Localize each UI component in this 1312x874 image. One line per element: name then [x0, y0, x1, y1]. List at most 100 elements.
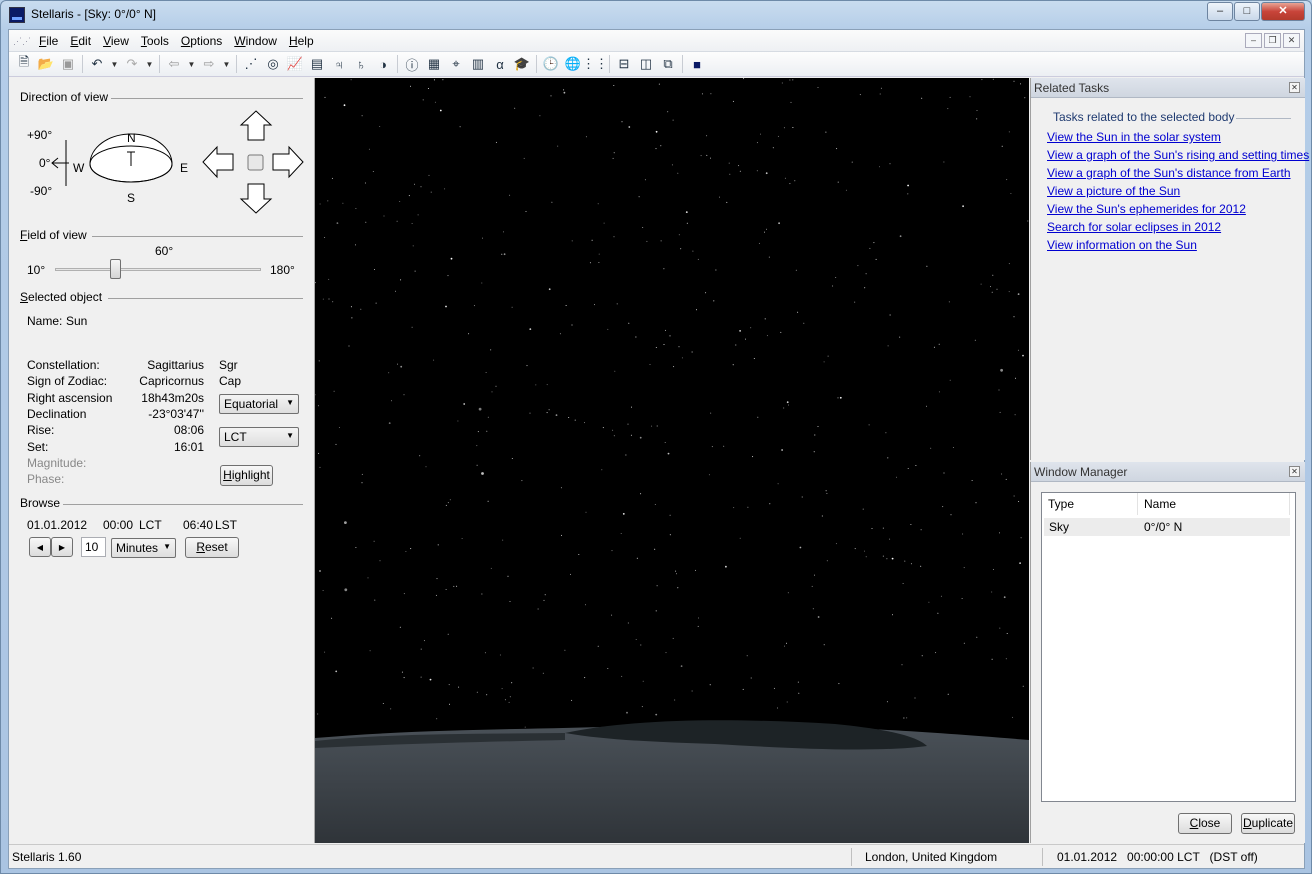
star — [976, 636, 978, 638]
column-type[interactable]: Type — [1042, 493, 1138, 515]
calculator-icon[interactable]: ▥ — [467, 53, 489, 75]
menu-view[interactable]: View — [97, 31, 135, 51]
tile-horizontal-icon[interactable]: ⊟ — [613, 53, 635, 75]
star — [798, 692, 800, 694]
look-left-arrow-icon[interactable] — [202, 145, 234, 179]
star — [524, 726, 526, 728]
undo-dropdown-icon[interactable]: ▼ — [108, 53, 121, 75]
solar-system-icon[interactable]: ◎ — [262, 53, 284, 75]
star — [331, 177, 333, 179]
open-folder-icon[interactable]: 📂 — [35, 53, 57, 75]
star — [481, 593, 483, 595]
maximize-button[interactable]: □ — [1234, 2, 1260, 21]
table-icon[interactable]: ▦ — [423, 53, 445, 75]
fov-slider-thumb[interactable] — [109, 259, 121, 279]
star — [560, 487, 562, 489]
forward-view-icon[interactable]: ⇨ — [198, 53, 220, 75]
mdi-minimize-button[interactable]: – — [1245, 33, 1262, 48]
reset-button[interactable]: Reset — [185, 537, 239, 558]
minimize-button[interactable]: – — [1207, 2, 1233, 21]
star — [899, 336, 901, 338]
star — [780, 331, 782, 333]
task-link[interactable]: View a picture of the Sun — [1047, 184, 1180, 198]
star — [490, 567, 492, 569]
object-property-value: 16:01 — [173, 439, 204, 454]
menu-tools[interactable]: Tools — [135, 31, 175, 51]
close-window-button[interactable]: ✕ — [1261, 2, 1305, 21]
ascension-icon[interactable]: α — [489, 53, 511, 75]
star — [485, 372, 487, 373]
mdi-restore-button[interactable]: ❐ — [1264, 33, 1281, 48]
redo-icon[interactable]: ↷ — [121, 53, 143, 75]
task-link[interactable]: Search for solar eclipses in 2012 — [1047, 220, 1221, 234]
graph-icon[interactable]: 📈 — [284, 53, 306, 75]
ephemerides-icon[interactable]: ▤ — [306, 53, 328, 75]
center-view-button[interactable] — [247, 154, 264, 171]
globe-icon[interactable]: 🌐 — [562, 53, 584, 75]
menu-edit[interactable]: Edit — [64, 31, 97, 51]
education-icon[interactable]: 🎓 — [511, 53, 533, 75]
step-back-button[interactable]: ◀ — [29, 537, 51, 557]
menu-help[interactable]: Help — [283, 31, 320, 51]
save-icon[interactable]: ▣ — [57, 53, 79, 75]
back-view-dropdown-icon[interactable]: ▼ — [185, 53, 198, 75]
cascade-windows-icon[interactable]: ⧉ — [657, 53, 679, 75]
object-info-icon[interactable]: ⓘ — [401, 53, 423, 75]
star — [585, 604, 586, 606]
menu-window[interactable]: Window — [228, 31, 283, 51]
related-tasks-close-icon[interactable]: ✕ — [1289, 82, 1300, 93]
saturn-icon[interactable]: ♄ — [350, 53, 372, 75]
star — [686, 222, 688, 224]
mdi-close-button[interactable]: ✕ — [1283, 33, 1300, 48]
time-step-icon[interactable]: ⋮⋮ — [582, 53, 608, 75]
sky-window-icon[interactable]: ■ — [686, 53, 708, 75]
binoculars-icon[interactable]: ⌖ — [445, 53, 467, 75]
duplicate-button[interactable]: Duplicate — [1241, 813, 1295, 834]
task-link[interactable]: View the Sun's ephemerides for 2012 — [1047, 202, 1246, 216]
star — [578, 554, 580, 555]
table-row[interactable]: Sky 0°/0° N — [1044, 518, 1290, 536]
step-unit-dropdown[interactable]: Minutes — [111, 538, 176, 558]
constellation-lines-icon[interactable]: ⋰ — [240, 53, 262, 75]
sky-canvas[interactable] — [315, 78, 1029, 843]
task-link[interactable]: View the Sun in the solar system — [1047, 130, 1221, 144]
star — [901, 664, 903, 666]
close-button[interactable]: Close — [1178, 813, 1232, 834]
jupiter-moons-icon[interactable]: ♃ — [328, 53, 350, 75]
look-up-arrow-icon[interactable] — [239, 110, 273, 141]
star — [947, 693, 949, 695]
window-manager-close-icon[interactable]: ✕ — [1289, 466, 1300, 477]
fov-slider-track[interactable] — [55, 268, 261, 271]
title-bar[interactable]: Stellaris - [Sky: 0°/0° N] – □ ✕ — [1, 1, 1311, 29]
clock-icon[interactable]: 🕒 — [540, 53, 562, 75]
highlight-button[interactable]: Highlight — [220, 465, 273, 486]
look-right-arrow-icon[interactable] — [272, 145, 304, 179]
status-location: London, United Kingdom — [865, 850, 998, 864]
task-link[interactable]: View a graph of the Sun's distance from … — [1047, 166, 1291, 180]
star — [697, 258, 699, 260]
eclipse-icon[interactable]: ◑ — [372, 53, 394, 75]
window-list[interactable]: Type Name Sky 0°/0° N — [1041, 492, 1296, 802]
coordinate-system-dropdown[interactable]: Equatorial — [219, 394, 299, 414]
menu-options[interactable]: Options — [175, 31, 228, 51]
fov-max: 180° — [270, 263, 295, 277]
forward-view-dropdown-icon[interactable]: ▼ — [220, 53, 233, 75]
task-link[interactable]: View information on the Sun — [1047, 238, 1197, 252]
new-document-icon[interactable]: 🗎 — [13, 53, 35, 75]
step-count-input[interactable]: 10 — [81, 537, 106, 557]
look-down-arrow-icon[interactable] — [239, 183, 273, 214]
sky-view[interactable] — [315, 78, 1029, 843]
star — [826, 560, 828, 562]
task-link[interactable]: View a graph of the Sun's rising and set… — [1047, 148, 1309, 162]
star — [664, 442, 666, 443]
undo-icon[interactable]: ↶ — [86, 53, 108, 75]
back-view-icon[interactable]: ⇦ — [163, 53, 185, 75]
star — [680, 665, 683, 667]
menu-file[interactable]: File — [33, 31, 64, 51]
tile-vertical-icon[interactable]: ◫ — [635, 53, 657, 75]
time-system-dropdown[interactable]: LCT — [219, 427, 299, 447]
column-name[interactable]: Name — [1138, 493, 1290, 515]
dome-compass-icon[interactable] — [49, 126, 199, 206]
redo-dropdown-icon[interactable]: ▼ — [143, 53, 156, 75]
step-forward-button[interactable]: ▶ — [51, 537, 73, 557]
